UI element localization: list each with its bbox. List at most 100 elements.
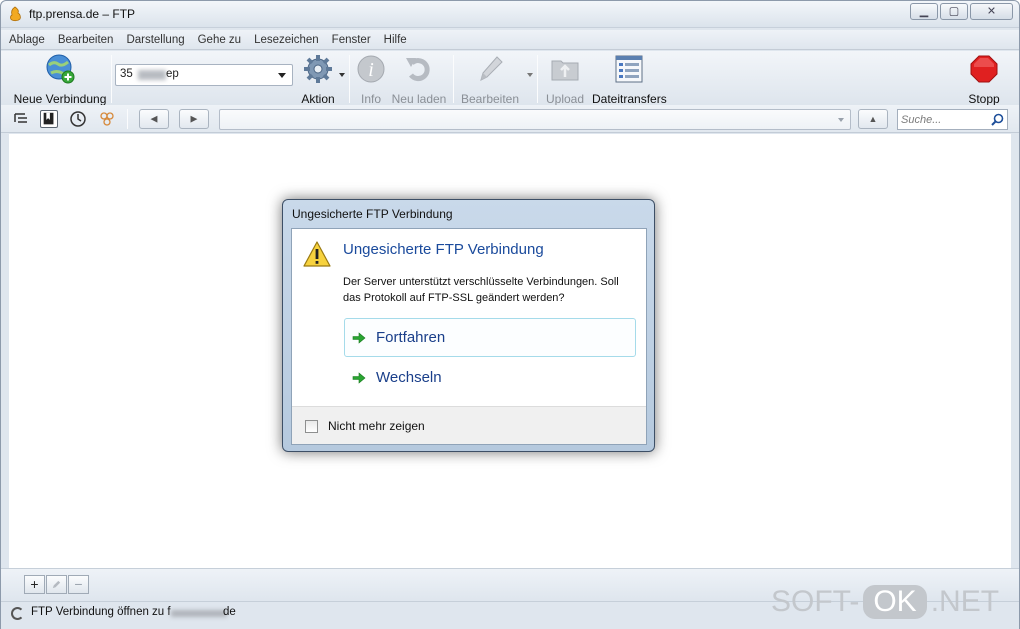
transfer-list-icon bbox=[615, 55, 643, 83]
remove-bookmark-button[interactable]: − bbox=[68, 575, 89, 594]
arrow-left-icon: ◀ bbox=[150, 113, 158, 124]
edit-button[interactable]: Bearbeiten bbox=[459, 53, 521, 106]
redacted-text bbox=[171, 610, 227, 617]
window-title: ftp.prensa.de – FTP bbox=[29, 7, 136, 21]
switch-label: Wechseln bbox=[376, 369, 442, 386]
dialog-footer: Nicht mehr zeigen bbox=[292, 406, 646, 444]
close-icon: ✕ bbox=[986, 5, 997, 17]
app-icon bbox=[10, 6, 21, 22]
chevron-down-icon bbox=[838, 118, 844, 122]
reload-button[interactable]: Neu laden bbox=[391, 53, 447, 106]
close-button[interactable]: ✕ bbox=[970, 3, 1013, 20]
continue-command-button[interactable]: Fortfahren bbox=[344, 318, 636, 357]
watermark-left: SOFT- bbox=[771, 585, 860, 618]
path-select[interactable] bbox=[219, 109, 851, 130]
chevron-down-icon bbox=[278, 73, 286, 78]
pencil-icon bbox=[480, 56, 503, 81]
toolbar-separator bbox=[453, 55, 454, 103]
connection-select[interactable]: 35 ep bbox=[115, 64, 293, 86]
dialog-title: Ungesicherte FTP Verbindung bbox=[292, 207, 453, 221]
search-icon bbox=[991, 113, 1004, 126]
menu-fenster[interactable]: Fenster bbox=[332, 34, 371, 46]
toolbar-separator bbox=[349, 55, 350, 103]
insecure-connection-dialog: Ungesicherte FTP Verbindung Ungesicherte… bbox=[282, 199, 655, 452]
info-button[interactable]: i Info bbox=[355, 53, 387, 106]
title-bar: ftp.prensa.de – FTP ▁ ▢ ✕ bbox=[1, 1, 1019, 28]
bookmarks-view-button[interactable] bbox=[40, 110, 58, 128]
stop-button[interactable]: Stopp bbox=[963, 53, 1005, 106]
switch-command-button[interactable]: Wechseln bbox=[344, 358, 636, 397]
minimize-button[interactable]: ▁ bbox=[910, 3, 938, 20]
nav-separator bbox=[127, 109, 128, 129]
status-text: FTP Verbindung öffnen zu f bbox=[31, 606, 171, 618]
svg-text:i: i bbox=[368, 59, 374, 81]
edit-bookmark-button[interactable] bbox=[46, 575, 67, 594]
forward-button[interactable]: ▶ bbox=[179, 109, 209, 129]
window-controls: ▁ ▢ ✕ bbox=[910, 3, 1013, 20]
menu-bearbeiten[interactable]: Bearbeiten bbox=[58, 34, 114, 46]
app-window: ftp.prensa.de – FTP ▁ ▢ ✕ Ablage Bearbei… bbox=[0, 0, 1020, 629]
new-connection-button[interactable]: Neue Verbindung bbox=[11, 53, 109, 106]
reload-icon bbox=[406, 58, 430, 81]
pencil-icon bbox=[52, 580, 61, 589]
dialog-body: Ungesicherte FTP Verbindung Der Server u… bbox=[291, 228, 647, 445]
arrow-right-icon bbox=[352, 332, 366, 344]
action-label: Aktion bbox=[301, 92, 335, 106]
dont-show-again-checkbox[interactable] bbox=[305, 420, 318, 433]
connection-value-suffix: ep bbox=[166, 68, 179, 80]
transfers-label: Dateitransfers bbox=[592, 92, 667, 106]
back-button[interactable]: ◀ bbox=[139, 109, 169, 129]
menu-darstellung[interactable]: Darstellung bbox=[126, 34, 184, 46]
reload-label: Neu laden bbox=[391, 92, 447, 106]
edit-label: Bearbeiten bbox=[460, 92, 520, 106]
toolbar-separator bbox=[111, 55, 112, 103]
search-field[interactable] bbox=[897, 109, 1008, 130]
globe-add-icon bbox=[46, 54, 75, 84]
history-icon[interactable] bbox=[69, 110, 87, 128]
gear-icon bbox=[304, 55, 332, 83]
add-bookmark-button[interactable]: + bbox=[24, 575, 45, 594]
upload-button[interactable]: Upload bbox=[543, 53, 587, 106]
menu-hilfe[interactable]: Hilfe bbox=[384, 34, 407, 46]
continue-label: Fortfahren bbox=[376, 329, 446, 346]
toolbar: Neue Verbindung 35 ep Aktion i Info Neu … bbox=[1, 51, 1019, 106]
spinner-icon bbox=[11, 607, 24, 620]
arrow-right-icon: ▶ bbox=[190, 113, 198, 124]
bonjour-icon[interactable] bbox=[98, 110, 116, 128]
watermark-right: .NET bbox=[930, 585, 1000, 618]
transfers-button[interactable]: Dateitransfers bbox=[592, 53, 667, 106]
action-button[interactable]: Aktion bbox=[295, 53, 341, 106]
redacted-text bbox=[138, 70, 166, 80]
search-input[interactable] bbox=[901, 111, 991, 129]
menu-lesezeichen[interactable]: Lesezeichen bbox=[254, 34, 319, 46]
edit-dropdown-icon[interactable] bbox=[527, 73, 533, 77]
upload-label: Upload bbox=[545, 92, 585, 106]
stop-icon bbox=[970, 55, 998, 83]
bookmark-icon bbox=[43, 112, 54, 125]
arrow-up-icon: ▲ bbox=[868, 114, 878, 124]
folder-upload-icon bbox=[551, 60, 579, 81]
new-connection-label: Neue Verbindung bbox=[13, 92, 107, 106]
dont-show-again-label[interactable]: Nicht mehr zeigen bbox=[328, 419, 425, 433]
parent-directory-button[interactable]: ▲ bbox=[858, 109, 888, 129]
connection-value: 35 bbox=[120, 68, 133, 80]
navigation-bar: ◀ ▶ ▲ bbox=[1, 105, 1019, 133]
menu-bar: Ablage Bearbeiten Darstellung Gehe zu Le… bbox=[1, 30, 1019, 50]
maximize-icon: ▢ bbox=[948, 5, 960, 17]
menu-gehe-zu[interactable]: Gehe zu bbox=[198, 34, 241, 46]
outline-view-icon[interactable] bbox=[13, 110, 31, 128]
info-label: Info bbox=[360, 92, 381, 106]
dialog-heading: Ungesicherte FTP Verbindung bbox=[343, 241, 544, 258]
maximize-button[interactable]: ▢ bbox=[940, 3, 968, 20]
minimize-icon: ▁ bbox=[919, 5, 929, 17]
toolbar-separator bbox=[537, 55, 538, 103]
action-dropdown-icon[interactable] bbox=[339, 73, 345, 77]
stop-label: Stopp bbox=[968, 92, 1000, 106]
warning-icon bbox=[303, 241, 331, 267]
menu-ablage[interactable]: Ablage bbox=[9, 34, 45, 46]
dialog-message: Der Server unterstützt verschlüsselte Ve… bbox=[343, 276, 619, 304]
watermark: SOFT- OK .NET bbox=[771, 585, 999, 619]
info-icon: i bbox=[357, 55, 385, 83]
watermark-ok: OK bbox=[863, 585, 927, 619]
arrow-right-icon bbox=[352, 372, 366, 384]
